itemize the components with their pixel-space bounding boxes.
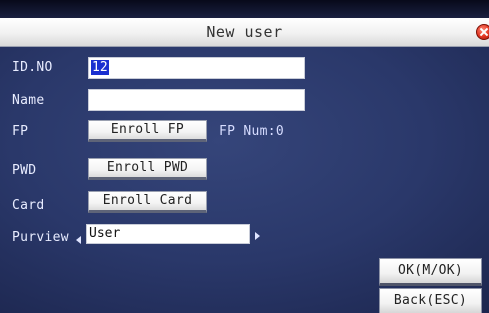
fp-label: FP [12,124,29,139]
device-screen: New user ID.NO 12 Name FP Enroll FP FP N… [0,0,489,313]
id-no-field[interactable]: 12 [88,57,305,79]
close-icon[interactable] [476,24,489,40]
ok-button[interactable]: OK(M/OK) [379,258,482,286]
window-title: New user [206,23,283,41]
enroll-card-button[interactable]: Enroll Card [88,191,207,213]
arrow-right-icon[interactable] [255,232,260,240]
purview-label: Purview [12,230,69,245]
id-no-label: ID.NO [12,60,53,75]
enroll-pwd-button[interactable]: Enroll PWD [88,158,207,180]
back-button[interactable]: Back(ESC) [379,288,482,313]
top-bar [0,0,489,18]
arrow-left-icon[interactable] [76,236,81,244]
id-no-value: 12 [91,60,109,75]
enroll-fp-button[interactable]: Enroll FP [88,120,207,142]
purview-select[interactable]: User [86,224,250,244]
card-label: Card [12,198,45,213]
title-bar: New user [0,18,489,47]
name-field[interactable] [88,89,305,111]
name-label: Name [12,93,45,108]
pwd-label: PWD [12,163,37,178]
fp-num-text: FP Num:0 [219,124,285,139]
